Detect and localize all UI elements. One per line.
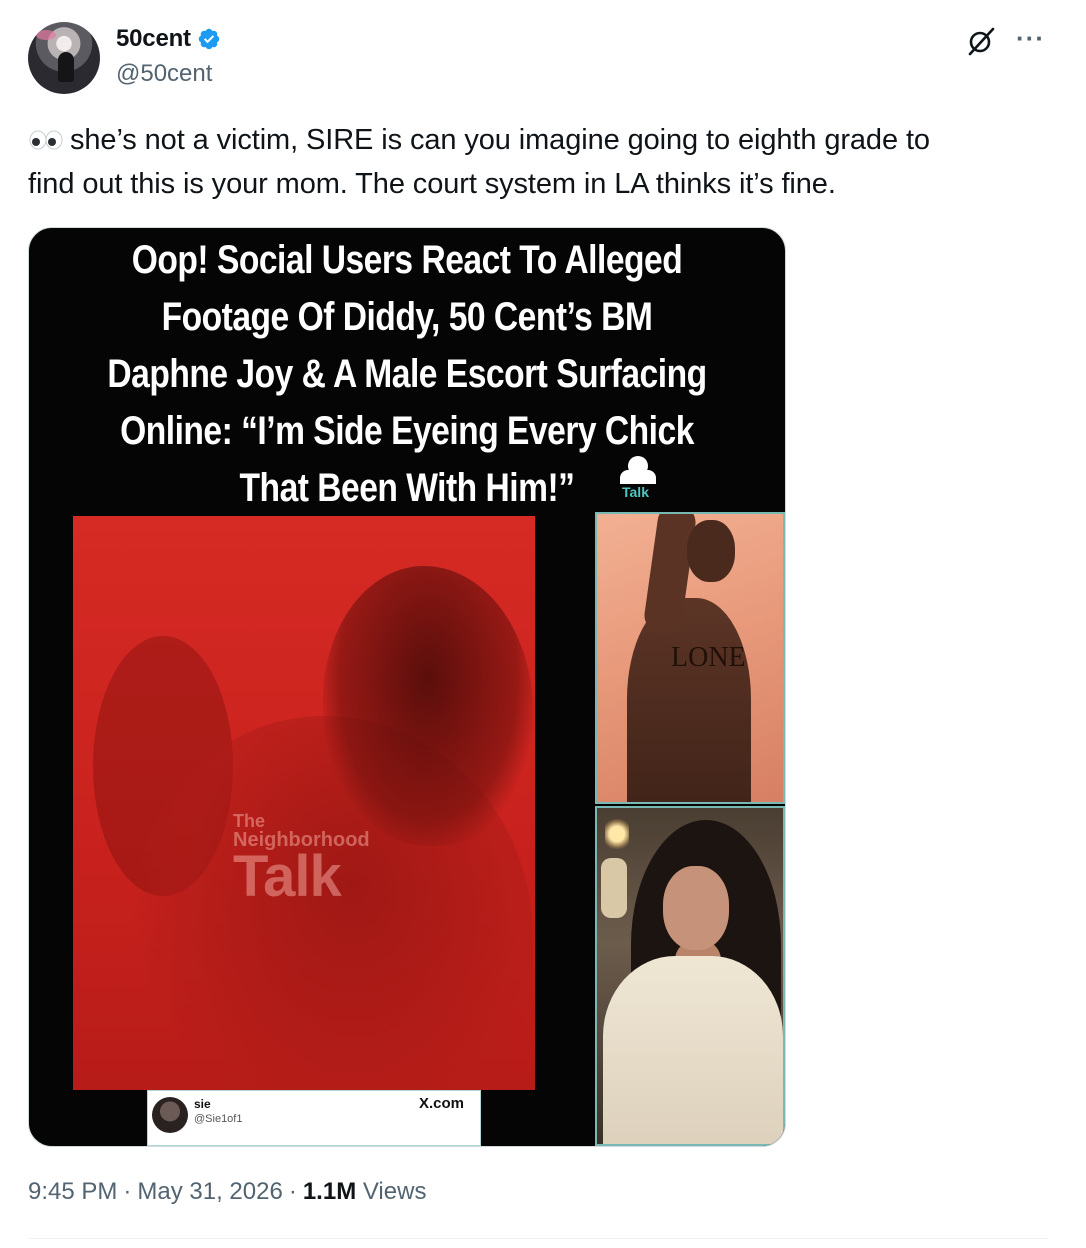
embedded-avatar — [152, 1097, 188, 1133]
shirtless-man-photo: LONE — [595, 512, 785, 804]
neighborhood-talk-logo: Talk — [618, 456, 660, 504]
head-shape — [687, 520, 735, 582]
divider — [28, 1238, 1048, 1239]
eyes-emoji-icon — [29, 130, 63, 150]
avatar-figure — [58, 52, 74, 82]
tweet-text-line1: she’s not a victim, SIRE is can you imag… — [70, 124, 930, 156]
woman-portrait-photo — [595, 806, 785, 1146]
avatar-stage-light — [36, 30, 56, 40]
watermark-line1: The — [233, 811, 266, 831]
author-display-name[interactable]: 50cent — [116, 25, 191, 53]
tweet-time[interactable]: 9:45 PM — [28, 1178, 117, 1205]
embedded-handle: @Sie1of1 — [194, 1113, 243, 1125]
back-tattoo: LONE — [671, 644, 746, 672]
author-avatar[interactable] — [28, 22, 100, 94]
watermark: The Neighborhood Talk — [233, 811, 370, 909]
lamp-shape — [605, 816, 629, 852]
author-name-row[interactable]: 50cent — [116, 25, 221, 53]
face-shape — [663, 866, 729, 950]
headline-line: Online: “I’m Side Eyeing Every Chick — [120, 409, 694, 453]
vase-shape — [601, 858, 627, 918]
views-count: 1.1M — [302, 1178, 357, 1205]
shirt-shape — [603, 956, 783, 1144]
watermark-line3: Talk — [233, 844, 342, 909]
headline-line: Oop! Social Users React To Alleged — [131, 238, 683, 282]
torso-shape — [627, 598, 751, 802]
grok-icon[interactable] — [966, 26, 996, 56]
tweet-meta: 9:45 PM · May 31, 2026 · 1.1M Views — [28, 1178, 426, 1206]
views-label: Views — [362, 1178, 427, 1205]
figure-head-shape — [323, 566, 533, 846]
headline-line: Footage Of Diddy, 50 Cent’s BM — [161, 295, 653, 339]
meta-separator: · — [123, 1178, 132, 1205]
logo-word: Talk — [622, 484, 649, 500]
tweet-media-image[interactable]: Oop! Social Users React To Alleged Foota… — [28, 227, 786, 1147]
embedded-post-card: sie @Sie1of1 X.com — [147, 1090, 481, 1146]
embedded-source: X.com — [418, 1095, 464, 1112]
red-video-still: The Neighborhood Talk — [73, 516, 535, 1090]
tweet-text: she’s not a victim, SIRE is can you imag… — [28, 118, 1038, 206]
more-options-icon[interactable]: ··· — [1016, 25, 1046, 56]
meta-separator: · — [288, 1178, 297, 1205]
logo-body-shape — [620, 470, 656, 484]
tweet-text-line2: find out this is your mom. The court sys… — [28, 168, 836, 200]
headline-line: Daphne Joy & A Male Escort Surfacing — [107, 352, 707, 396]
verified-badge-icon — [198, 28, 220, 50]
embedded-name: sie — [194, 1097, 211, 1111]
tweet-date[interactable]: May 31, 2026 — [137, 1178, 282, 1205]
author-handle[interactable]: @50cent — [116, 60, 212, 88]
